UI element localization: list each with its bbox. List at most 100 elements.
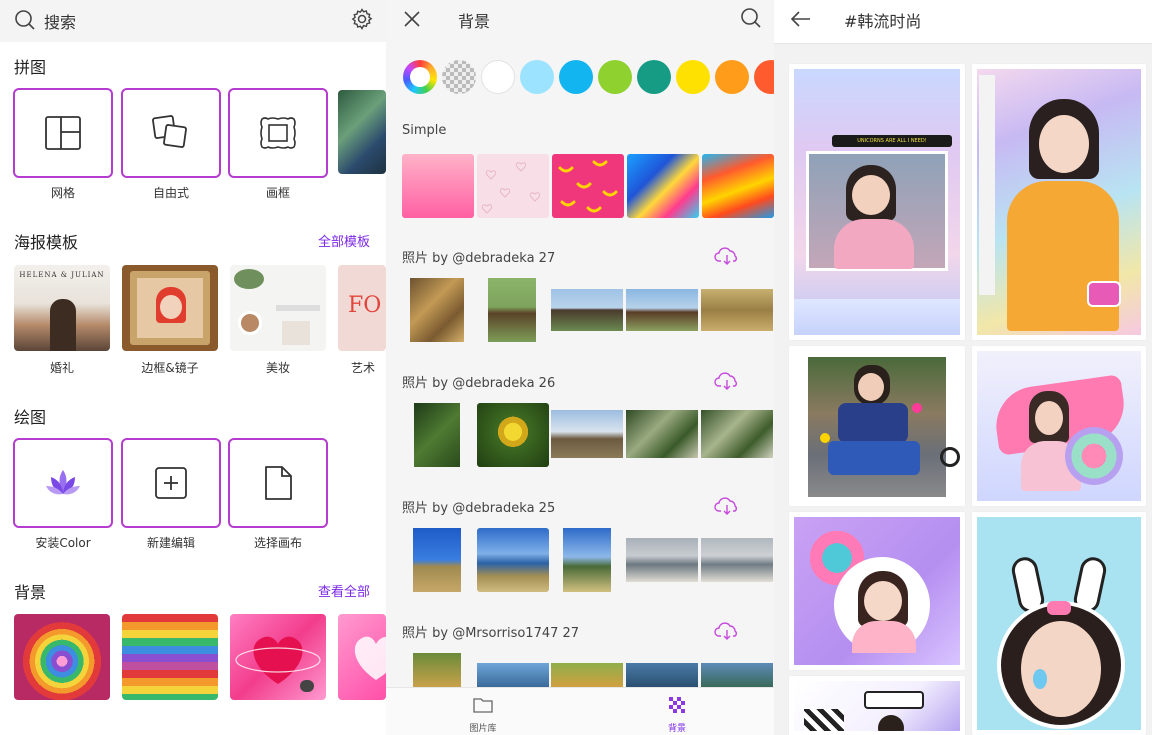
photo-bare-trees[interactable] (551, 410, 623, 458)
photo-leaves-2[interactable] (701, 410, 773, 458)
template-beauty-label: 美妆 (265, 361, 290, 375)
template-wedding-text: HELENA & JULIAN (19, 271, 105, 279)
photo-blue-sky-field[interactable] (413, 528, 461, 592)
heart-graphic-2 (354, 636, 386, 680)
photo-wheat-field[interactable] (701, 289, 773, 331)
heart-graphic (235, 636, 321, 692)
gear-icon[interactable] (350, 7, 374, 31)
photo-section-title-2: 照片 by @debradeka 26 (402, 376, 556, 391)
template-wedding[interactable]: HELENA & JULIAN (14, 265, 110, 351)
collage-preview-thumb[interactable] (338, 90, 386, 174)
freestyle-squares-icon (152, 115, 187, 148)
photo-beach[interactable] (626, 538, 698, 582)
lotus-icon (46, 470, 80, 495)
simple-hearts-pattern[interactable] (477, 154, 549, 218)
background-picker-panel: 背景 Simple 照片 by @debradeka 27 照片 by @deb… (386, 0, 774, 735)
cloud-download-icon[interactable] (714, 246, 740, 266)
grid-tool-button[interactable] (13, 88, 113, 178)
create-panel: 搜索 拼图 网格 自由式 画框 海报模板 全部模板 HELENA & JULIA… (0, 0, 386, 735)
frame-icon (260, 117, 296, 149)
feed-card-1-art: UNICORNS ARE ALL I NEED! (794, 69, 960, 335)
template-art-label: 艺术 (350, 361, 375, 375)
simple-section-title: Simple (402, 123, 447, 138)
transparent-swatch[interactable] (442, 60, 476, 94)
photo-yellow-flower[interactable] (477, 403, 549, 467)
template-art-text: FO (348, 293, 382, 318)
photo-people-2[interactable] (477, 663, 549, 687)
draw-title: 绘图 (14, 408, 47, 427)
bg-rainbow-heart[interactable] (14, 614, 110, 700)
tab-gallery[interactable]: 图片库 (443, 696, 523, 734)
feed-card-6-art (977, 517, 1141, 730)
grid-layout-icon (45, 116, 81, 150)
photo-section-title-4: 照片 by @Mrsorriso1747 27 (402, 626, 580, 641)
photo-people-5[interactable] (701, 663, 773, 687)
search-bar[interactable]: 搜索 (0, 0, 386, 42)
yellow-swatch[interactable] (676, 60, 710, 94)
freestyle-tool-button[interactable] (121, 88, 221, 178)
orange-swatch[interactable] (715, 60, 749, 94)
photo-lake[interactable] (477, 528, 549, 592)
feed-card-4[interactable] (972, 346, 1146, 506)
choose-canvas-button[interactable] (228, 438, 328, 528)
template-frame-mirror[interactable] (122, 265, 218, 351)
feed-card-7[interactable] (789, 676, 965, 735)
feed-card-2[interactable] (972, 64, 1146, 340)
photo-people-3[interactable] (551, 663, 623, 687)
simple-brush-strokes[interactable] (702, 154, 774, 218)
cloud-download-icon[interactable] (714, 496, 740, 516)
photo-wheat-closeup[interactable] (410, 278, 464, 342)
frame-tool-button[interactable] (228, 88, 328, 178)
cloud-download-icon[interactable] (714, 371, 740, 391)
bg-pink-heart-2[interactable] (338, 614, 386, 700)
photo-people-1[interactable] (413, 653, 461, 687)
template-frame-mirror-label: 边框&镜子 (141, 361, 199, 375)
cloud-download-icon[interactable] (714, 621, 740, 641)
choose-canvas-label: 选择画布 (253, 536, 302, 550)
blue-swatch[interactable] (559, 60, 593, 94)
feed-card-6[interactable] (972, 512, 1146, 735)
light-blue-swatch[interactable] (520, 60, 554, 94)
photo-green-plants[interactable] (414, 403, 460, 467)
close-icon[interactable] (402, 9, 422, 29)
photo-trees-meadow[interactable] (563, 528, 611, 592)
photo-leaves[interactable] (626, 410, 698, 458)
template-art[interactable]: FO (338, 265, 386, 351)
photo-beach-2[interactable] (701, 538, 773, 582)
view-all-link[interactable]: 查看全部 (318, 581, 370, 600)
bg-rainbow-stripes[interactable] (122, 614, 218, 700)
template-beauty[interactable] (230, 265, 326, 351)
white-swatch[interactable] (481, 60, 515, 94)
back-arrow-icon[interactable] (790, 10, 812, 28)
banana-pattern (558, 160, 618, 213)
simple-banana-pattern[interactable] (552, 154, 624, 218)
feed-card-1[interactable]: UNICORNS ARE ALL I NEED! (789, 64, 965, 340)
install-color-label: 安装Color (35, 536, 91, 550)
new-edit-button[interactable] (121, 438, 221, 528)
feed-card-3[interactable] (789, 346, 965, 506)
all-templates-link[interactable]: 全部模板 (318, 231, 370, 250)
green-swatch[interactable] (598, 60, 632, 94)
search-icon[interactable] (740, 7, 762, 29)
simple-pink-gradient[interactable] (402, 154, 474, 218)
frame-tool-label: 画框 (265, 186, 290, 200)
photo-section-title-3: 照片 by @debradeka 25 (402, 501, 556, 516)
color-wheel-swatch[interactable] (403, 60, 437, 94)
feed-card-2-art (977, 69, 1141, 335)
feed-card-5[interactable] (789, 512, 965, 670)
bg-pink-heart[interactable] (230, 614, 326, 700)
teal-swatch[interactable] (637, 60, 671, 94)
blank-page-icon (265, 466, 292, 500)
photo-horse-field-2[interactable] (626, 289, 698, 331)
photo-people-4[interactable] (626, 663, 698, 687)
tab-background-label: 背景 (667, 724, 686, 734)
simple-paint-splash[interactable] (627, 154, 699, 218)
photo-horse-grazing[interactable] (488, 278, 536, 342)
red-swatch[interactable] (754, 60, 774, 94)
photo-horses-field[interactable] (551, 289, 623, 331)
install-color-button[interactable] (13, 438, 113, 528)
page-title: 背景 (458, 12, 491, 31)
collage-title: 拼图 (14, 58, 47, 77)
tab-background[interactable]: 背景 (637, 696, 717, 734)
backgrounds-title: 背景 (14, 583, 47, 602)
